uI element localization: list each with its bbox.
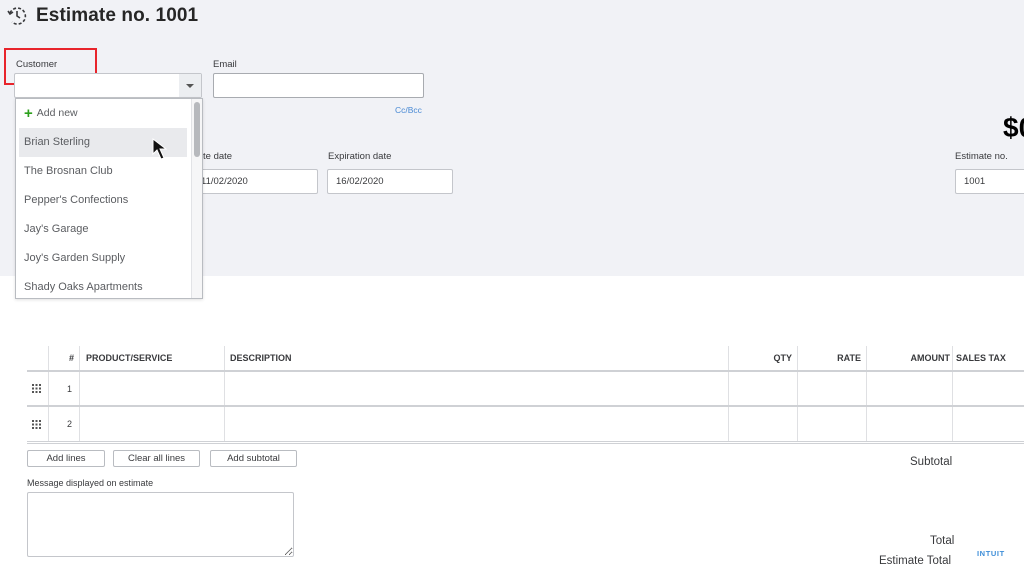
estimate-clock-icon	[7, 7, 27, 25]
total-label: Total	[930, 535, 955, 547]
col-header-description: DESCRIPTION	[230, 353, 292, 363]
col-header-qty: QTY	[773, 353, 792, 363]
add-lines-button[interactable]: Add lines	[27, 450, 105, 467]
table-header: # PRODUCT/SERVICE DESCRIPTION QTY RATE A…	[27, 346, 1024, 372]
customer-option[interactable]: Pepper's Confections	[16, 186, 192, 215]
col-header-amount: AMOUNT	[910, 353, 951, 363]
col-header-rate: RATE	[837, 353, 861, 363]
customer-option[interactable]: Jay's Garage	[16, 215, 192, 244]
email-label: Email	[213, 59, 237, 70]
col-header-number: #	[68, 353, 74, 363]
add-new-label: Add new	[36, 107, 78, 119]
table-row[interactable]: 1	[27, 372, 1024, 407]
estimate-total-label: Estimate Total	[879, 555, 952, 567]
plus-icon: +	[24, 105, 33, 122]
page-title: Estimate no. 1001	[36, 5, 199, 26]
estimate-no-label: Estimate no.	[955, 151, 1008, 162]
subtotal-label: Subtotal	[910, 456, 953, 468]
clear-all-lines-button[interactable]: Clear all lines	[113, 450, 200, 467]
dropdown-scrollbar-thumb[interactable]	[194, 102, 200, 157]
email-input[interactable]	[213, 73, 424, 98]
estimate-no-input[interactable]: 1001	[955, 169, 1024, 194]
message-textarea[interactable]	[27, 492, 294, 557]
chevron-down-icon	[186, 83, 194, 88]
col-header-sales-tax: SALES TAX	[956, 353, 1006, 363]
message-label: Message displayed on estimate	[27, 478, 154, 488]
dropdown-scrollbar[interactable]	[191, 99, 202, 298]
title-row: Estimate no. 1001	[6, 5, 198, 27]
line-items-table: # PRODUCT/SERVICE DESCRIPTION QTY RATE A…	[27, 346, 1024, 444]
add-new-customer-option[interactable]: + Add new	[16, 99, 192, 128]
add-subtotal-button[interactable]: Add subtotal	[210, 450, 297, 467]
expiration-date-label: Expiration date	[328, 151, 392, 162]
customer-option[interactable]: Shady Oaks Apartments	[16, 273, 192, 302]
col-header-product: PRODUCT/SERVICE	[86, 353, 173, 363]
customer-option[interactable]: Joy's Garden Supply	[16, 244, 192, 273]
intuit-logo: INTUIT	[977, 549, 1005, 558]
customer-dropdown-list: + Add new Brian Sterling The Brosnan Clu…	[15, 98, 203, 299]
mouse-pointer-icon	[152, 137, 168, 160]
drag-handle-icon[interactable]	[32, 372, 41, 405]
expiration-date-input[interactable]: 16/02/2020	[327, 169, 453, 194]
row-number: 1	[66, 383, 72, 394]
customer-select[interactable]	[14, 73, 202, 98]
customer-dropdown-toggle[interactable]	[179, 74, 201, 97]
drag-handle-icon[interactable]	[32, 407, 41, 441]
row-number: 2	[66, 419, 72, 429]
table-row[interactable]: 2	[27, 407, 1024, 444]
cc-bcc-link[interactable]: Cc/Bcc	[395, 105, 422, 115]
balance-amount: $0	[1003, 112, 1024, 143]
